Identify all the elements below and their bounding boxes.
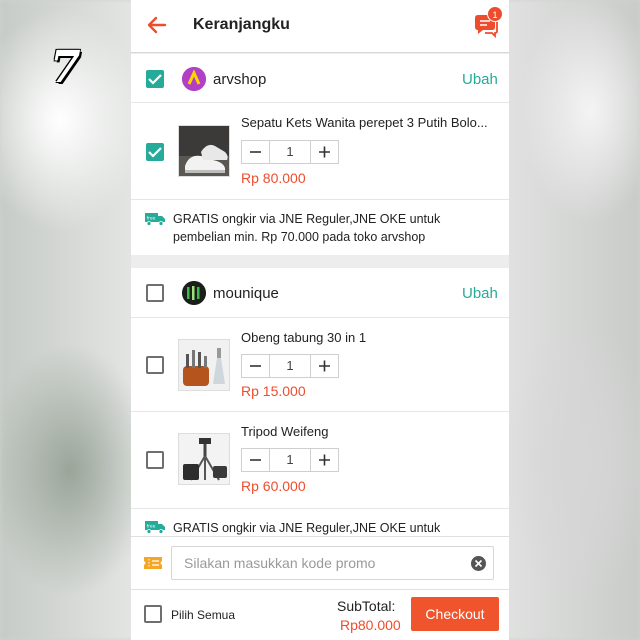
quantity-value[interactable]: 1 [270,355,310,377]
product-price-obeng: Rp 15.000 [241,383,306,399]
decrease-qty-button[interactable] [242,449,270,471]
select-all-checkbox[interactable] [144,605,162,623]
shop-checkbox-arvshop[interactable] [146,70,164,88]
promo-code-bar [131,536,509,589]
cart-item-obeng: Obeng tabung 30 in 1 1 Rp 15.000 [131,318,509,411]
product-name-tripod[interactable]: Tripod Weifeng [241,424,497,439]
increase-qty-button[interactable] [310,141,338,163]
voucher-ticket-icon [144,557,162,569]
item-checkbox-tripod[interactable] [146,451,164,469]
free-shipping-truck-icon: free [145,213,165,226]
cart-screen: Keranjangku 1 arvshop Ubah Sepatu Kets W… [131,0,509,640]
overlay-number: 7 [50,42,81,93]
quantity-stepper-sepatu: 1 [241,140,339,164]
product-price-tripod: Rp 60.000 [241,478,306,494]
free-shipping-truck-icon: free [145,521,165,534]
shop-logo-mounique [182,281,206,305]
shop-name-arvshop: arvshop [213,71,267,88]
shipping-line-1: GRATIS ongkir via JNE Reguler,JNE OKE un… [173,212,441,226]
quantity-value[interactable]: 1 [270,141,310,163]
cart-item-tripod: Tripod Weifeng 1 Rp 60.000 [131,412,509,508]
shop-header-arvshop: arvshop Ubah [131,54,509,102]
cart-item-sepatu: Sepatu Kets Wanita perepet 3 Putih Bolo.… [131,103,509,199]
subtotal-label: SubTotal: [337,598,396,614]
product-price-sepatu: Rp 80.000 [241,170,306,186]
product-name-sepatu[interactable]: Sepatu Kets Wanita perepet 3 Putih Bolo.… [241,115,497,130]
select-all-label[interactable]: Pilih Semua [171,608,235,622]
shipping-promo-mounique: free GRATIS ongkir via JNE Reguler,JNE O… [131,509,509,536]
quantity-value[interactable]: 1 [270,449,310,471]
shop-name-mounique: mounique [213,285,279,302]
shop-header-mounique: mounique Ubah [131,268,509,317]
shipping-line-1: GRATIS ongkir via JNE Reguler,JNE OKE un… [173,521,441,535]
back-arrow-icon[interactable] [146,14,168,36]
app-bar: Keranjangku 1 [131,0,509,53]
shipping-line-2: pembelian min. Rp 70.000 pada toko arvsh… [173,230,426,244]
shipping-promo-arvshop: free GRATIS ongkir via JNE Reguler,JNE O… [131,200,509,255]
decrease-qty-button[interactable] [242,141,270,163]
chat-badge: 1 [487,6,503,22]
product-name-obeng[interactable]: Obeng tabung 30 in 1 [241,330,497,345]
promo-code-input[interactable] [171,546,494,580]
page-title: Keranjangku [193,16,290,33]
increase-qty-button[interactable] [310,355,338,377]
quantity-stepper-tripod: 1 [241,448,339,472]
shipping-promo-text: GRATIS ongkir via JNE Reguler,JNE OKE un… [173,519,503,536]
checkout-bar: Pilih Semua SubTotal: Rp80.000 Checkout [131,589,509,640]
product-thumbnail-sepatu[interactable] [178,125,230,177]
increase-qty-button[interactable] [310,449,338,471]
subtotal-value: Rp80.000 [340,617,401,633]
item-checkbox-sepatu[interactable] [146,143,164,161]
clear-input-icon[interactable] [471,556,486,571]
svg-text:free: free [147,216,156,222]
edit-shop-arvshop-link[interactable]: Ubah [462,71,498,88]
product-thumbnail-obeng[interactable] [178,339,230,391]
edit-shop-mounique-link[interactable]: Ubah [462,285,498,302]
shop-checkbox-mounique[interactable] [146,284,164,302]
quantity-stepper-obeng: 1 [241,354,339,378]
product-thumbnail-tripod[interactable] [178,433,230,485]
svg-text:free: free [147,524,156,530]
item-checkbox-obeng[interactable] [146,356,164,374]
decrease-qty-button[interactable] [242,355,270,377]
shop-logo-arvshop [182,67,206,91]
checkout-button[interactable]: Checkout [411,597,499,631]
shipping-promo-text: GRATIS ongkir via JNE Reguler,JNE OKE un… [173,210,503,246]
